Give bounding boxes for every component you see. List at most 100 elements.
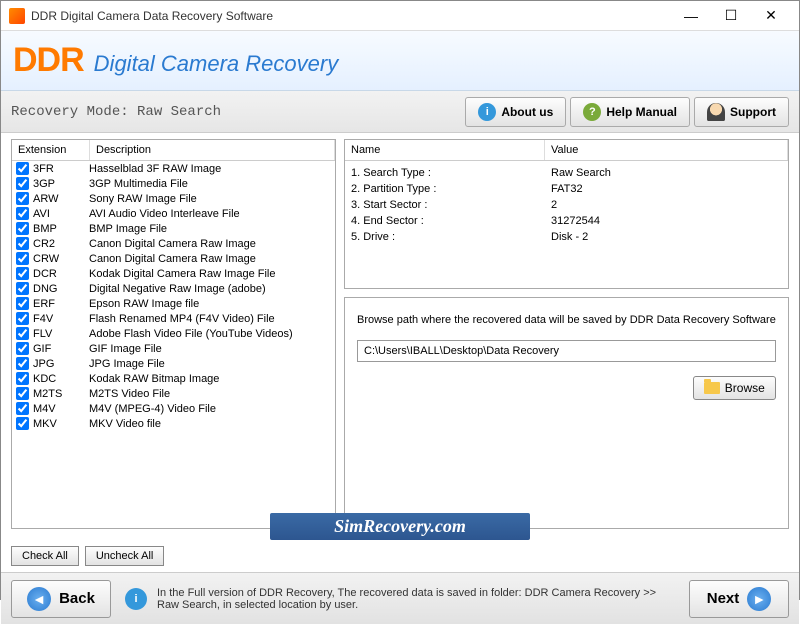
info-value: 2: [551, 199, 557, 211]
extension-checkbox[interactable]: [16, 207, 29, 220]
extension-desc: JPG Image File: [89, 358, 165, 370]
extension-checkbox[interactable]: [16, 387, 29, 400]
check-buttons: Check All Uncheck All: [1, 546, 799, 572]
info-value: 31272544: [551, 215, 600, 227]
extension-checkbox[interactable]: [16, 252, 29, 265]
footer-info: i In the Full version of DDR Recovery, T…: [125, 587, 675, 611]
extension-row[interactable]: KDCKodak RAW Bitmap Image: [12, 371, 335, 386]
browse-button[interactable]: Browse: [693, 376, 776, 400]
next-button[interactable]: Next ►: [689, 580, 789, 618]
next-arrow-icon: ►: [747, 587, 771, 611]
extension-row[interactable]: BMPBMP Image File: [12, 221, 335, 236]
info-name: 3. Start Sector :: [351, 199, 551, 211]
uncheck-all-button[interactable]: Uncheck All: [85, 546, 164, 566]
check-all-button[interactable]: Check All: [11, 546, 79, 566]
extension-checkbox[interactable]: [16, 342, 29, 355]
extension-row[interactable]: 3FRHasselblad 3F RAW Image: [12, 161, 335, 176]
extension-code: DNG: [33, 283, 89, 295]
extension-code: DCR: [33, 268, 89, 280]
extension-desc: MKV Video file: [89, 418, 161, 430]
browse-panel: Browse path where the recovered data wil…: [344, 297, 789, 529]
app-header: DDR Digital Camera Recovery: [1, 31, 799, 91]
extension-code: AVI: [33, 208, 89, 220]
extension-row[interactable]: AVIAVI Audio Video Interleave File: [12, 206, 335, 221]
extension-row[interactable]: DCRKodak Digital Camera Raw Image File: [12, 266, 335, 281]
extension-desc: Kodak Digital Camera Raw Image File: [89, 268, 275, 280]
extension-code: MKV: [33, 418, 89, 430]
extension-checkbox[interactable]: [16, 417, 29, 430]
info-name: 2. Partition Type :: [351, 183, 551, 195]
extension-row[interactable]: ARWSony RAW Image File: [12, 191, 335, 206]
extension-row[interactable]: CR2Canon Digital Camera Raw Image: [12, 236, 335, 251]
info-name: 5. Drive :: [351, 231, 551, 243]
extension-row[interactable]: JPGJPG Image File: [12, 356, 335, 371]
extension-row[interactable]: ERFEpson RAW Image file: [12, 296, 335, 311]
info-row: 3. Start Sector :2: [345, 197, 788, 213]
footer: ◄ Back i In the Full version of DDR Reco…: [1, 572, 799, 624]
col-extension[interactable]: Extension: [12, 140, 90, 160]
extension-checkbox[interactable]: [16, 402, 29, 415]
extension-code: KDC: [33, 373, 89, 385]
extension-code: M2TS: [33, 388, 89, 400]
logo-text: DDR: [13, 41, 84, 80]
extension-code: 3GP: [33, 178, 89, 190]
extension-checkbox[interactable]: [16, 312, 29, 325]
extension-row[interactable]: M4VM4V (MPEG-4) Video File: [12, 401, 335, 416]
extension-checkbox[interactable]: [16, 192, 29, 205]
maximize-button[interactable]: ☐: [711, 2, 751, 30]
extension-row[interactable]: DNGDigital Negative Raw Image (adobe): [12, 281, 335, 296]
mode-bar: Recovery Mode: Raw Search i About us ? H…: [1, 91, 799, 133]
info-value: FAT32: [551, 183, 583, 195]
extension-checkbox[interactable]: [16, 357, 29, 370]
info-value: Raw Search: [551, 167, 611, 179]
extension-row[interactable]: 3GP3GP Multimedia File: [12, 176, 335, 191]
path-input[interactable]: [357, 340, 776, 362]
extension-checkbox[interactable]: [16, 297, 29, 310]
info-panel: Name Value 1. Search Type :Raw Search2. …: [344, 139, 789, 289]
help-button[interactable]: ? Help Manual: [570, 97, 690, 127]
close-button[interactable]: ✕: [751, 2, 791, 30]
extension-row[interactable]: MKVMKV Video file: [12, 416, 335, 431]
extension-row[interactable]: FLVAdobe Flash Video File (YouTube Video…: [12, 326, 335, 341]
extension-checkbox[interactable]: [16, 372, 29, 385]
extension-checkbox[interactable]: [16, 177, 29, 190]
info-icon: i: [478, 103, 496, 121]
extension-code: ARW: [33, 193, 89, 205]
extension-row[interactable]: CRWCanon Digital Camera Raw Image: [12, 251, 335, 266]
extension-desc: Kodak RAW Bitmap Image: [89, 373, 219, 385]
extension-code: M4V: [33, 403, 89, 415]
logo: DDR Digital Camera Recovery: [13, 41, 338, 80]
extension-list[interactable]: 3FRHasselblad 3F RAW Image3GP3GP Multime…: [12, 161, 335, 495]
extension-desc: M4V (MPEG-4) Video File: [89, 403, 216, 415]
about-button[interactable]: i About us: [465, 97, 566, 127]
extension-checkbox[interactable]: [16, 162, 29, 175]
extension-checkbox[interactable]: [16, 282, 29, 295]
extension-row[interactable]: M2TSM2TS Video File: [12, 386, 335, 401]
support-button[interactable]: Support: [694, 97, 789, 127]
extension-desc: Adobe Flash Video File (YouTube Videos): [89, 328, 293, 340]
info-name: 1. Search Type :: [351, 167, 551, 179]
extension-code: CRW: [33, 253, 89, 265]
back-button[interactable]: ◄ Back: [11, 580, 111, 618]
extension-desc: BMP Image File: [89, 223, 167, 235]
col-value[interactable]: Value: [545, 140, 788, 160]
extension-desc: Digital Negative Raw Image (adobe): [89, 283, 266, 295]
extension-desc: 3GP Multimedia File: [89, 178, 188, 190]
minimize-button[interactable]: —: [671, 2, 711, 30]
browse-label: Browse path where the recovered data wil…: [357, 314, 776, 326]
extension-row[interactable]: GIFGIF Image File: [12, 341, 335, 356]
titlebar: DDR Digital Camera Data Recovery Softwar…: [1, 1, 799, 31]
extension-code: GIF: [33, 343, 89, 355]
extension-checkbox[interactable]: [16, 267, 29, 280]
watermark: SimRecovery.com: [270, 513, 530, 540]
extension-checkbox[interactable]: [16, 222, 29, 235]
extension-checkbox[interactable]: [16, 237, 29, 250]
support-icon: [707, 103, 725, 121]
recovery-mode-label: Recovery Mode: Raw Search: [11, 104, 461, 120]
col-description[interactable]: Description: [90, 140, 335, 160]
back-arrow-icon: ◄: [27, 587, 51, 611]
extension-checkbox[interactable]: [16, 327, 29, 340]
extension-row[interactable]: F4VFlash Renamed MP4 (F4V Video) File: [12, 311, 335, 326]
col-name[interactable]: Name: [345, 140, 545, 160]
extension-desc: Epson RAW Image file: [89, 298, 199, 310]
